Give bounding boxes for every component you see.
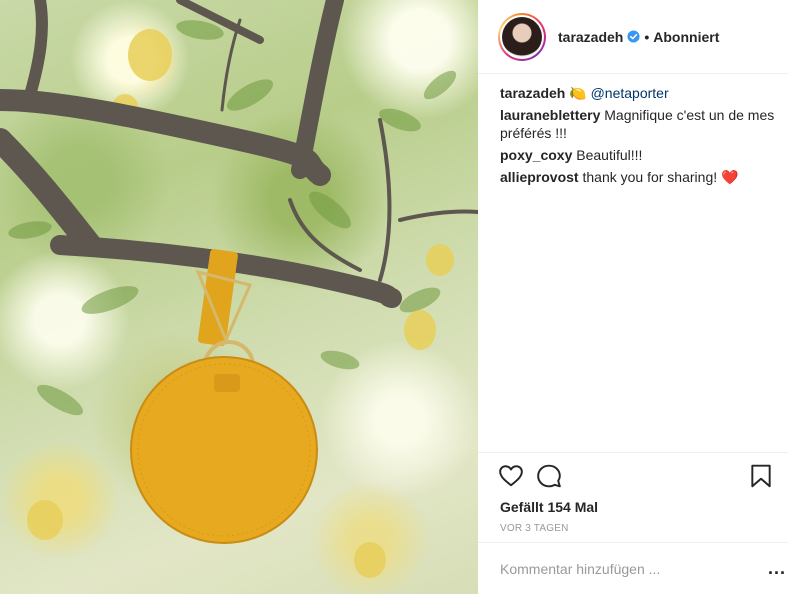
follow-status-button[interactable]: Abonniert [653,29,719,45]
comment-item: lauraneblettery Magnifique c'est un de m… [500,106,790,142]
header-separator: • [644,28,650,45]
caption-username[interactable]: tarazadeh [500,85,565,101]
avatar-image [502,16,542,57]
caption: tarazadeh 🍋 @netaporter [500,84,790,102]
comment-username[interactable]: poxy_coxy [500,147,572,163]
avatar[interactable] [498,12,546,61]
more-options-button[interactable]: ... [768,558,786,579]
photo-illustration [0,0,478,578]
comment-item: poxy_coxy Beautiful!!! [500,146,790,164]
post-timestamp[interactable]: VOR 3 TAGEN [500,523,569,534]
instagram-post: tarazadeh • Abonniert tarazadeh 🍋 @netap… [0,0,810,594]
heart-icon[interactable] [498,463,524,489]
post-header: tarazadeh • Abonniert [478,0,788,74]
comment-text: thank you for sharing! [582,169,718,185]
comment-username[interactable]: allieprovost [500,169,579,185]
comment-item: allieprovost thank you for sharing! ❤️ [500,168,790,186]
bookmark-icon[interactable] [748,463,774,489]
comment-icon[interactable] [536,463,562,489]
caption-mention-link[interactable]: @netaporter [591,85,669,101]
comment-input[interactable] [500,560,750,577]
header-username[interactable]: tarazadeh [558,29,623,45]
comment-list: tarazadeh 🍋 @netaporter lauraneblettery … [500,84,790,190]
like-count[interactable]: Gefällt 154 Mal [500,499,598,515]
post-photo[interactable] [0,0,478,594]
comment-text: Beautiful!!! [576,147,643,163]
red-heart-emoji: ❤️ [721,169,739,185]
header-info: tarazadeh • Abonniert [558,29,719,45]
post-sidebar: tarazadeh • Abonniert tarazadeh 🍋 @netap… [478,0,810,594]
add-comment-section: ... [478,542,788,594]
comment-username[interactable]: lauraneblettery [500,107,600,123]
verified-badge-icon [627,30,640,43]
lemon-emoji: 🍋 [569,85,587,101]
action-bar: Gefällt 154 Mal VOR 3 TAGEN [478,452,788,542]
